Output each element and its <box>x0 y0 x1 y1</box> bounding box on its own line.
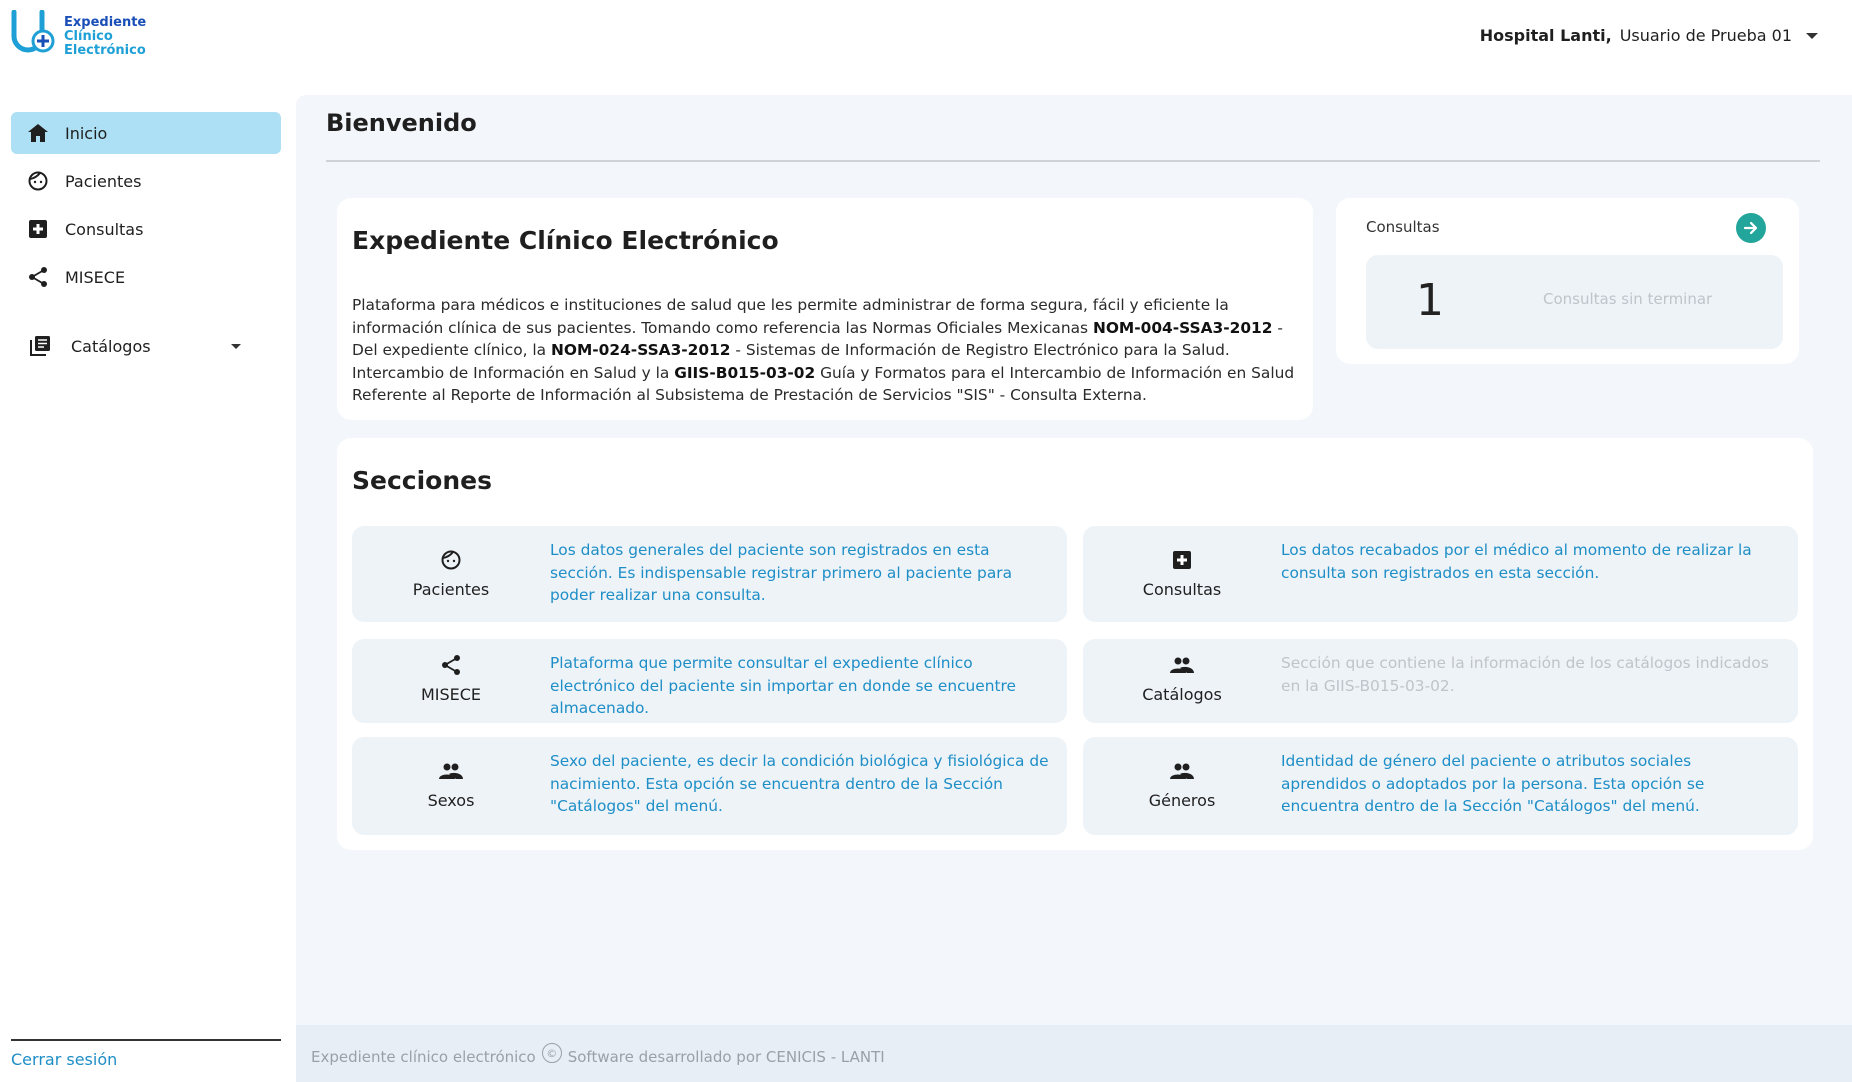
face-icon <box>27 170 49 192</box>
copyright-icon: © <box>541 1043 562 1063</box>
section-icon-group: Géneros <box>1083 759 1281 810</box>
sidebar-item-catalogos[interactable]: Catálogos <box>11 325 281 367</box>
section-description: Plataforma que permite consultar el expe… <box>550 654 1017 717</box>
sections-heading: Secciones <box>352 466 492 495</box>
share-icon <box>27 266 49 288</box>
section-sexos[interactable]: Sexos Sexo del paciente, es decir la con… <box>352 737 1067 835</box>
consultas-summary-card: Consultas 1 Consultas sin terminar <box>1336 198 1799 364</box>
section-generos[interactable]: Géneros Identidad de género del paciente… <box>1083 737 1798 835</box>
sidebar-item-label: Catálogos <box>71 336 151 356</box>
info-heading: Expediente Clínico Electrónico <box>352 226 779 255</box>
home-icon <box>27 122 49 144</box>
footer: Expediente clínico electrónico © Softwar… <box>296 1025 1852 1082</box>
section-label: Catálogos <box>1142 685 1222 704</box>
arrow-right-icon[interactable] <box>1736 213 1766 243</box>
section-description: Los datos recabados por el médico al mom… <box>1281 541 1752 582</box>
sidebar-item-label: Pacientes <box>65 171 142 191</box>
footer-text: Expediente clínico electrónico © Softwar… <box>311 1043 885 1066</box>
sections-card: Secciones Pacientes Los datos generales … <box>337 438 1813 850</box>
main-content: Bienvenido Expediente Clínico Electrónic… <box>296 95 1852 1082</box>
logo-text: Expediente Clínico Electrónico <box>64 16 146 58</box>
section-description: Identidad de género del paciente o atrib… <box>1281 752 1705 815</box>
info-paragraph: Plataforma para médicos e instituciones … <box>352 294 1302 407</box>
sidebar: Inicio Pacientes Consultas MISECE Catálo… <box>0 95 296 1082</box>
logo-mark-icon <box>10 9 60 64</box>
top-header: Expediente Clínico Electrónico Hospital … <box>0 0 1852 95</box>
user-menu[interactable]: Hospital Lanti, Usuario de Prueba 01 <box>1480 26 1818 45</box>
nom-024-ref: NOM-024-SSA3-2012 <box>551 341 731 359</box>
sidebar-item-inicio[interactable]: Inicio <box>11 112 281 154</box>
face-icon <box>439 548 463 572</box>
library-books-icon <box>29 335 51 357</box>
section-label: Consultas <box>1142 580 1222 599</box>
hospital-name: Hospital Lanti, <box>1479 26 1612 45</box>
section-label: Sexos <box>427 791 475 810</box>
logo-line-1: Expediente <box>64 15 147 30</box>
chevron-down-icon <box>231 343 241 349</box>
section-consultas[interactable]: Consultas Los datos recabados por el méd… <box>1083 526 1798 622</box>
section-label: Pacientes <box>412 580 490 599</box>
section-icon-group: Consultas <box>1083 548 1281 599</box>
people-icon <box>439 759 463 783</box>
section-label: Géneros <box>1148 791 1216 810</box>
section-label: MISECE <box>420 685 482 704</box>
consultas-description: Consultas sin terminar <box>1543 290 1713 308</box>
section-misece[interactable]: MISECE Plataforma que permite consultar … <box>352 639 1067 723</box>
app-logo[interactable]: Expediente Clínico Electrónico <box>10 9 146 64</box>
giis-ref: GIIS-B015-03-02 <box>674 363 816 382</box>
section-icon-group: MISECE <box>352 653 550 704</box>
sidebar-item-label: MISECE <box>65 267 126 287</box>
chevron-down-icon[interactable] <box>1806 32 1818 39</box>
user-name: Usuario de Prueba 01 <box>1619 26 1792 45</box>
medical-cross-icon <box>27 218 49 240</box>
people-icon <box>1170 653 1194 677</box>
consultas-count-box: 1 Consultas sin terminar <box>1366 255 1783 349</box>
footer-right: Software desarrollado por CENICIS - LANT… <box>567 1048 885 1066</box>
footer-left: Expediente clínico electrónico <box>311 1048 536 1066</box>
section-description: Sección que contiene la información de l… <box>1281 654 1769 695</box>
section-description: Los datos generales del paciente son reg… <box>550 541 1013 604</box>
sidebar-item-label: Inicio <box>65 123 108 143</box>
section-icon-group: Catálogos <box>1083 653 1281 704</box>
title-divider <box>326 160 1820 162</box>
sidebar-item-label: Consultas <box>65 219 144 239</box>
sidebar-item-pacientes[interactable]: Pacientes <box>11 160 281 202</box>
info-card: Expediente Clínico Electrónico Plataform… <box>337 198 1313 420</box>
section-icon-group: Pacientes <box>352 548 550 599</box>
section-catalogos[interactable]: Catálogos Sección que contiene la inform… <box>1083 639 1798 723</box>
sidebar-divider <box>11 1039 281 1041</box>
logo-line-2: Clínico <box>64 29 113 44</box>
consultas-label: Consultas <box>1366 218 1440 236</box>
logo-line-3: Electrónico <box>64 43 146 58</box>
logout-link[interactable]: Cerrar sesión <box>11 1050 117 1069</box>
section-pacientes[interactable]: Pacientes Los datos generales del pacien… <box>352 526 1067 622</box>
nom-004-ref: NOM-004-SSA3-2012 <box>1092 318 1273 337</box>
consultas-count: 1 <box>1416 275 1444 326</box>
medical-cross-icon <box>1170 548 1194 572</box>
share-icon <box>439 653 463 677</box>
sidebar-item-consultas[interactable]: Consultas <box>11 208 281 250</box>
section-icon-group: Sexos <box>352 759 550 810</box>
section-description: Sexo del paciente, es decir la condición… <box>550 752 1049 815</box>
page-title: Bienvenido <box>326 109 477 137</box>
sidebar-item-misece[interactable]: MISECE <box>11 256 281 298</box>
people-icon <box>1170 759 1194 783</box>
